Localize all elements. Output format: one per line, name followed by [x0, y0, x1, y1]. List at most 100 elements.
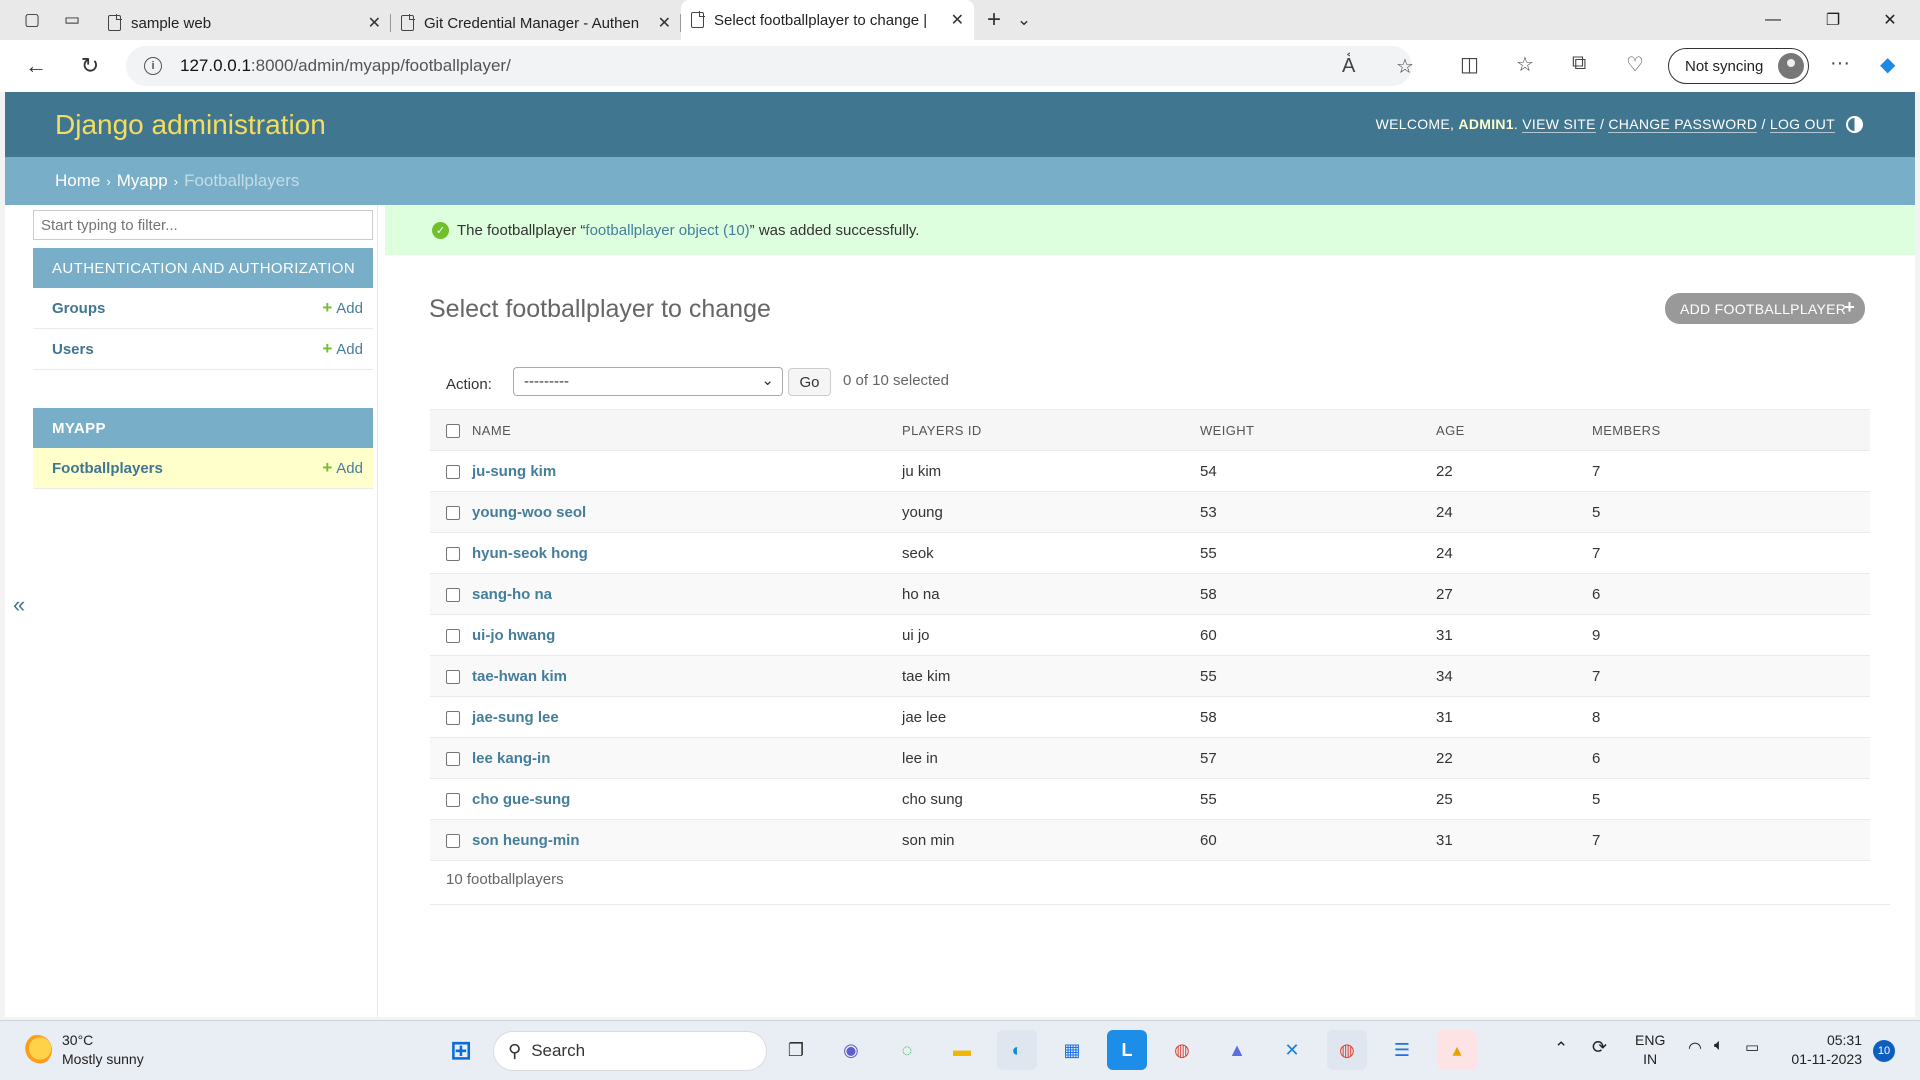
breadcrumb-myapp[interactable]: Myapp	[117, 171, 168, 191]
notepad-icon[interactable]: ☰	[1382, 1030, 1422, 1070]
row-select-checkbox[interactable]	[446, 464, 460, 479]
edge-browser-icon[interactable]: ◐	[997, 1030, 1037, 1070]
column-header-name[interactable]: NAME	[472, 409, 902, 451]
microsoft-store-icon[interactable]: ▦	[1052, 1030, 1092, 1070]
collections-icon[interactable]: ⧉	[1572, 52, 1586, 75]
volume-icon[interactable]: 🔈︎	[1714, 1037, 1724, 1055]
task-view-icon[interactable]: ❐	[776, 1030, 816, 1070]
row-select-checkbox[interactable]	[446, 792, 460, 807]
row-select-checkbox[interactable]	[446, 669, 460, 684]
more-menu-icon[interactable]: ···	[1830, 52, 1850, 75]
sidebar-item-users[interactable]: Users + Add	[33, 329, 373, 370]
site-info-icon[interactable]: i	[144, 57, 162, 75]
weight-cell: 57	[1200, 737, 1436, 779]
split-screen-icon[interactable]: ◫	[1460, 52, 1479, 77]
new-tab-button[interactable]: +	[974, 0, 1014, 40]
column-header-members[interactable]: MEMBERS	[1592, 409, 1870, 451]
close-window-button[interactable]: ✕	[1862, 0, 1918, 40]
address-bar[interactable]: i 127.0.0.1:8000/admin/myapp/footballpla…	[126, 46, 1414, 86]
sync-tray-icon[interactable]: ⟳	[1592, 1037, 1607, 1058]
row-select-checkbox[interactable]	[446, 751, 460, 766]
column-header-players-id[interactable]: PLAYERS ID	[902, 409, 1200, 451]
windows-start-icon[interactable]: ⊞	[441, 1030, 481, 1070]
sidebar-item-groups[interactable]: Groups + Add	[33, 288, 373, 329]
added-object-link[interactable]: footballplayer object (10)	[585, 222, 749, 239]
player-name-link[interactable]: hyun-seok hong	[472, 545, 588, 562]
breadcrumb-home[interactable]: Home	[55, 171, 100, 191]
column-header-age[interactable]: AGE	[1436, 409, 1592, 451]
site-branding[interactable]: Django administration	[55, 109, 326, 141]
copilot-icon[interactable]: ◆	[1880, 52, 1895, 77]
close-tab-icon[interactable]: ✕	[951, 10, 964, 30]
workspaces-icon[interactable]: ▢	[12, 0, 52, 40]
app-caption-auth[interactable]: AUTHENTICATION AND AUTHORIZATION	[33, 248, 373, 288]
row-select-checkbox[interactable]	[446, 587, 460, 602]
add-groups-link[interactable]: + Add	[322, 298, 363, 318]
player-name-link[interactable]: son heung-min	[472, 832, 580, 849]
tab-actions-icon[interactable]: ▭	[52, 0, 92, 40]
language-indicator[interactable]: ENG IN	[1635, 1031, 1665, 1069]
refresh-button[interactable]: ↻	[68, 44, 112, 88]
action-select[interactable]: --------- ⌄	[513, 367, 783, 396]
members-cell: 7	[1592, 532, 1870, 574]
show-hidden-icons-chevron-icon[interactable]: ⌃	[1554, 1039, 1568, 1059]
weather-widget[interactable]: 30°C Mostly sunny	[22, 1031, 144, 1069]
teams-chat-icon[interactable]: ◉	[831, 1030, 871, 1070]
profile-button[interactable]: Not syncing	[1668, 48, 1809, 84]
restore-button[interactable]: ❐	[1805, 0, 1861, 40]
row-select-checkbox[interactable]	[446, 710, 460, 725]
player-name-link[interactable]: sang-ho na	[472, 586, 552, 603]
file-explorer-icon[interactable]: ▬	[942, 1030, 982, 1070]
back-button[interactable]: ←	[14, 44, 58, 88]
row-select-checkbox[interactable]	[446, 833, 460, 848]
green-app-icon[interactable]: ◌	[887, 1030, 927, 1070]
app-caption-myapp[interactable]: MYAPP	[33, 408, 373, 448]
row-select-checkbox[interactable]	[446, 546, 460, 561]
chrome-active-icon[interactable]: ◍	[1327, 1030, 1367, 1070]
vscode-icon[interactable]: ✕	[1272, 1030, 1312, 1070]
taskbar-search[interactable]: ⚲ Search	[493, 1031, 767, 1071]
change-password-link[interactable]: CHANGE PASSWORD	[1608, 116, 1758, 133]
player-name-link[interactable]: ju-sung kim	[472, 463, 556, 480]
player-name-link[interactable]: lee kang-in	[472, 750, 550, 767]
go-button[interactable]: Go	[788, 368, 831, 396]
add-users-link[interactable]: + Add	[322, 339, 363, 359]
sidebar-collapse-icon[interactable]: «	[13, 592, 25, 618]
favorites-icon[interactable]: ☆	[1516, 52, 1534, 77]
nav-sidebar: AUTHENTICATION AND AUTHORIZATION Groups …	[28, 205, 378, 1017]
photos-app-icon[interactable]: ▴	[1437, 1030, 1477, 1070]
tab-git-credential-manager[interactable]: Git Credential Manager - Authen ✕	[391, 6, 681, 40]
tab-select-footballplayer[interactable]: Select footballplayer to change | ✕	[681, 0, 974, 40]
player-name-link[interactable]: ui-jo hwang	[472, 627, 555, 644]
battery-icon[interactable]: ▭	[1745, 1038, 1759, 1056]
sidebar-item-footballplayers[interactable]: Footballplayers + Add	[33, 448, 373, 489]
log-out-link[interactable]: LOG OUT	[1769, 116, 1835, 133]
player-name-link[interactable]: jae-sung lee	[472, 709, 559, 726]
player-name-link[interactable]: tae-hwan kim	[472, 668, 567, 685]
player-name-link[interactable]: cho gue-sung	[472, 791, 570, 808]
row-select-checkbox[interactable]	[446, 628, 460, 643]
notification-badge[interactable]: 10	[1873, 1040, 1895, 1062]
theme-toggle-icon[interactable]	[1846, 116, 1863, 133]
column-header-weight[interactable]: WEIGHT	[1200, 409, 1436, 451]
read-aloud-icon[interactable]: A᷾	[1342, 55, 1355, 78]
browser-essentials-icon[interactable]: ♡	[1626, 52, 1644, 77]
wifi-icon[interactable]: ◠	[1688, 1038, 1702, 1058]
view-site-link[interactable]: VIEW SITE	[1522, 116, 1596, 133]
l-app-icon[interactable]: L	[1107, 1030, 1147, 1070]
favorite-star-icon[interactable]: ☆	[1396, 54, 1414, 79]
tab-sample-web[interactable]: sample web ✕	[98, 6, 391, 40]
close-tab-icon[interactable]: ✕	[368, 13, 381, 33]
add-footballplayer-button[interactable]: ADD FOOTBALLPLAYER +	[1665, 293, 1865, 324]
add-footballplayers-link[interactable]: + Add	[322, 458, 363, 478]
tab-list-chevron-icon[interactable]: ⌄	[1014, 0, 1034, 40]
select-all-checkbox[interactable]	[446, 423, 460, 438]
minimize-button[interactable]: —	[1745, 0, 1801, 40]
chrome-icon[interactable]: ◍	[1162, 1030, 1202, 1070]
row-select-checkbox[interactable]	[446, 505, 460, 520]
close-tab-icon[interactable]: ✕	[658, 13, 671, 33]
player-name-link[interactable]: young-woo seol	[472, 504, 586, 521]
arc-app-icon[interactable]: ▲	[1217, 1030, 1257, 1070]
clock[interactable]: 05:31 01-11-2023	[1787, 1031, 1862, 1069]
nav-filter-input[interactable]	[33, 210, 373, 240]
